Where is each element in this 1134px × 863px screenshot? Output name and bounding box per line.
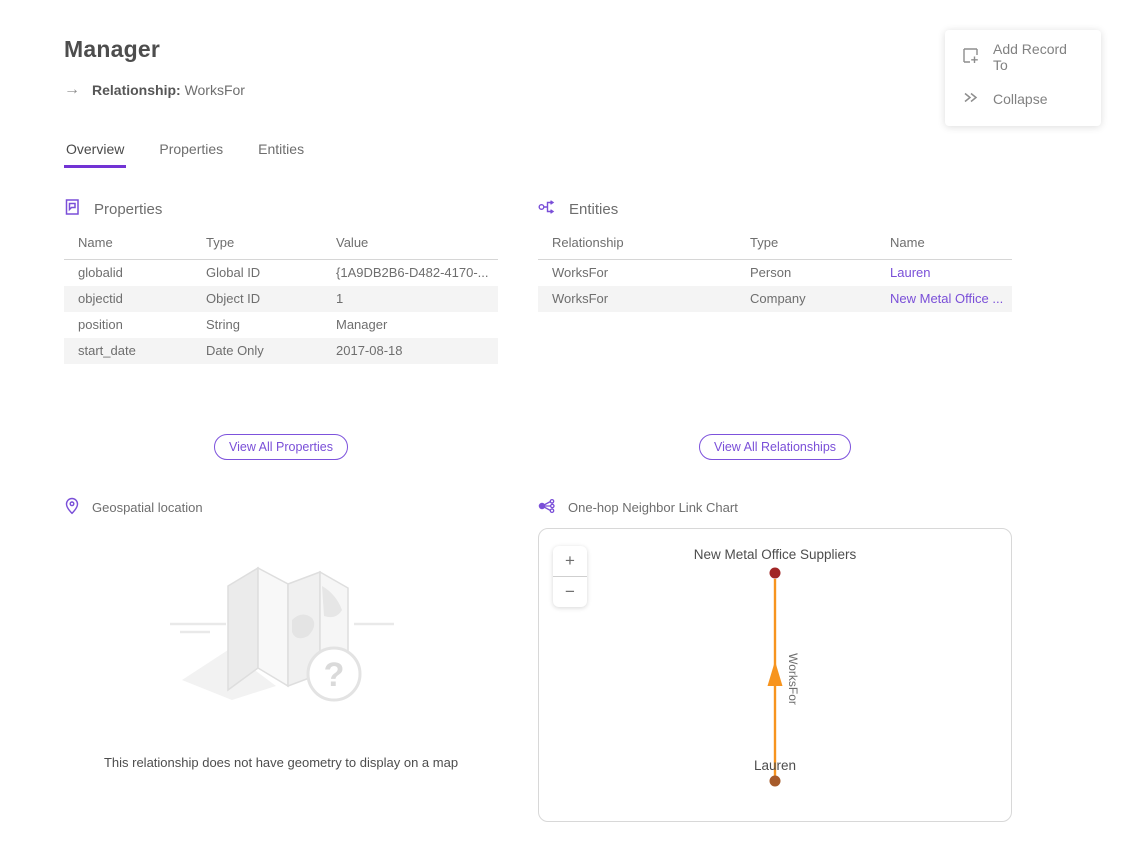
entities-section-header: Entities <box>538 198 1012 220</box>
properties-table-wrap: Name Type Value globalid Global ID {1A9D… <box>64 230 498 434</box>
menu-item-add-record-to[interactable]: Add Record To <box>945 36 1101 78</box>
menu-item-label: Collapse <box>993 91 1047 107</box>
entities-header-row: Relationship Type Name <box>538 230 1012 260</box>
person-node-label: Lauren <box>754 758 796 773</box>
column-header-name: Name <box>876 230 1012 260</box>
entity-relationship: WorksFor <box>538 286 736 312</box>
table-row[interactable]: start_date Date Only 2017-08-18 <box>64 338 498 364</box>
right-column: Entities Relationship Type Name Works <box>538 198 1012 822</box>
link-chart-section-header: One-hop Neighbor Link Chart <box>538 496 1012 518</box>
entity-link-new-metal-office[interactable]: New Metal Office ... <box>890 291 1003 306</box>
property-type: Global ID <box>192 260 322 286</box>
entities-table-wrap: Relationship Type Name WorksFor Person L… <box>538 230 1012 434</box>
entity-type: Person <box>736 260 876 286</box>
entity-link-lauren[interactable]: Lauren <box>890 265 930 280</box>
menu-item-label: Add Record To <box>993 41 1084 73</box>
properties-table: Name Type Value globalid Global ID {1A9D… <box>64 230 498 364</box>
properties-icon <box>64 198 82 220</box>
geospatial-section-header: Geospatial location <box>64 496 498 518</box>
company-node[interactable] <box>770 568 781 579</box>
table-row[interactable]: WorksFor Company New Metal Office ... <box>538 286 1012 312</box>
entities-table: Relationship Type Name WorksFor Person L… <box>538 230 1012 312</box>
entities-icon <box>538 199 557 219</box>
map-pin-icon <box>64 497 80 518</box>
person-node[interactable] <box>770 776 781 787</box>
record-detail-page: Manager → Relationship: WorksFor Add Rec… <box>0 0 1134 863</box>
view-all-properties-button[interactable]: View All Properties <box>214 434 348 460</box>
property-type: Date Only <box>192 338 322 364</box>
record-type-label: Relationship: <box>92 82 181 98</box>
link-chart-icon <box>538 498 556 517</box>
table-row[interactable]: position String Manager <box>64 312 498 338</box>
property-type: String <box>192 312 322 338</box>
edge-arrow-icon <box>768 661 783 686</box>
tab-properties[interactable]: Properties <box>157 141 225 168</box>
overview-content: Properties Name Type Value globalid <box>64 198 1134 822</box>
menu-item-collapse[interactable]: Collapse <box>945 78 1101 120</box>
entity-type: Company <box>736 286 876 312</box>
zoom-controls: + − <box>553 546 587 607</box>
tab-bar: Overview Properties Entities <box>64 141 1134 168</box>
question-mark-glyph: ? <box>324 656 345 694</box>
relationship-arrow-icon: → <box>64 81 80 99</box>
record-type-value: WorksFor <box>185 82 245 98</box>
link-chart-section-title: One-hop Neighbor Link Chart <box>568 500 738 515</box>
entities-section-title: Entities <box>569 201 618 218</box>
geospatial-section-title: Geospatial location <box>92 500 203 515</box>
tab-entities[interactable]: Entities <box>256 141 306 168</box>
table-row[interactable]: WorksFor Person Lauren <box>538 260 1012 286</box>
add-record-icon <box>962 47 979 67</box>
properties-section-title: Properties <box>94 201 162 218</box>
company-node-label: New Metal Office Suppliers <box>694 547 857 562</box>
edge-label: WorksFor <box>786 653 800 705</box>
left-column: Properties Name Type Value globalid <box>64 198 498 770</box>
collapse-icon <box>962 89 979 109</box>
link-chart-card[interactable]: + − New Metal Office Suppliers WorksFor … <box>538 528 1012 822</box>
view-all-relationships-button[interactable]: View All Relationships <box>699 434 851 460</box>
properties-section-header: Properties <box>64 198 498 220</box>
entity-relationship: WorksFor <box>538 260 736 286</box>
properties-header-row: Name Type Value <box>64 230 498 260</box>
table-row[interactable]: globalid Global ID {1A9DB2B6-D482-4170-.… <box>64 260 498 286</box>
zoom-in-button[interactable]: + <box>553 546 587 576</box>
property-value: Manager <box>322 312 498 338</box>
property-name: objectid <box>64 286 192 312</box>
property-name: globalid <box>64 260 192 286</box>
no-geometry-message: This relationship does not have geometry… <box>64 755 498 770</box>
property-name: position <box>64 312 192 338</box>
map-placeholder-illustration: ? <box>164 558 498 713</box>
column-header-name: Name <box>64 230 192 260</box>
property-value: 1 <box>322 286 498 312</box>
tab-overview[interactable]: Overview <box>64 141 126 168</box>
link-chart-graph: New Metal Office Suppliers WorksFor Laur… <box>539 529 1011 821</box>
column-header-type: Type <box>736 230 876 260</box>
column-header-relationship: Relationship <box>538 230 736 260</box>
column-header-value: Value <box>322 230 498 260</box>
column-header-type: Type <box>192 230 322 260</box>
property-name: start_date <box>64 338 192 364</box>
record-type: Relationship: WorksFor <box>92 82 245 98</box>
context-menu: Add Record To Collapse <box>945 30 1101 126</box>
table-row[interactable]: objectid Object ID 1 <box>64 286 498 312</box>
property-value: {1A9DB2B6-D482-4170-... <box>322 260 498 286</box>
zoom-out-button[interactable]: − <box>553 577 587 607</box>
property-type: Object ID <box>192 286 322 312</box>
property-value: 2017-08-18 <box>322 338 498 364</box>
